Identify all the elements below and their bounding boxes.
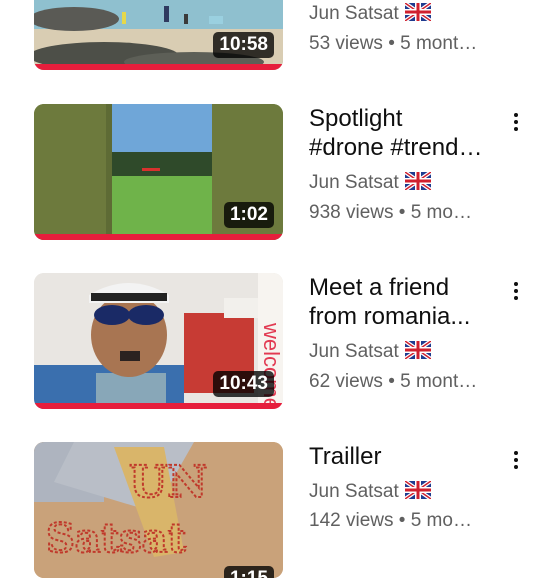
channel-name[interactable]: Jun Satsat [309, 172, 431, 194]
video-title[interactable]: Spotlight #drone #trending [309, 104, 484, 162]
more-vert-icon[interactable] [503, 107, 529, 137]
watch-progress-bar [34, 234, 283, 240]
uk-flag-icon [404, 3, 431, 21]
watch-progress-bar [34, 64, 283, 70]
uk-flag-icon [404, 481, 431, 499]
video-thumbnail[interactable]: welcome 10:43 [34, 273, 283, 409]
duration-badge: 10:43 [213, 371, 274, 397]
uk-flag-icon [404, 172, 431, 190]
more-vert-icon[interactable] [503, 445, 529, 475]
video-title[interactable]: Meet a friend from romania... [309, 273, 484, 331]
more-vert-icon[interactable] [503, 276, 529, 306]
video-meta: 53 views • 5 months ago [309, 33, 479, 54]
svg-text:UN: UN [129, 457, 208, 508]
channel-name[interactable]: Jun Satsat [309, 341, 431, 363]
video-thumbnail[interactable]: UN Satsat 1:15 [34, 442, 283, 578]
uk-flag-icon [404, 341, 431, 359]
video-meta: 938 views • 5 months ago [309, 202, 479, 223]
channel-name[interactable]: Jun Satsat [309, 3, 431, 25]
channel-name[interactable]: Jun Satsat [309, 481, 431, 503]
video-meta: 62 views • 5 months ago [309, 371, 479, 392]
video-meta: 142 views • 5 months ago [309, 510, 479, 531]
duration-badge: 1:02 [223, 202, 274, 228]
craft-scene-image: UN Satsat [34, 442, 283, 578]
duration-badge: 1:15 [223, 566, 274, 578]
video-title[interactable]: Trailler [309, 442, 484, 471]
duration-badge: 10:58 [213, 32, 274, 58]
watch-progress-bar [34, 403, 283, 409]
video-thumbnail[interactable]: 1:02 [34, 104, 283, 240]
video-thumbnail[interactable]: 10:58 [34, 0, 283, 70]
svg-text:Satsat: Satsat [46, 515, 187, 562]
